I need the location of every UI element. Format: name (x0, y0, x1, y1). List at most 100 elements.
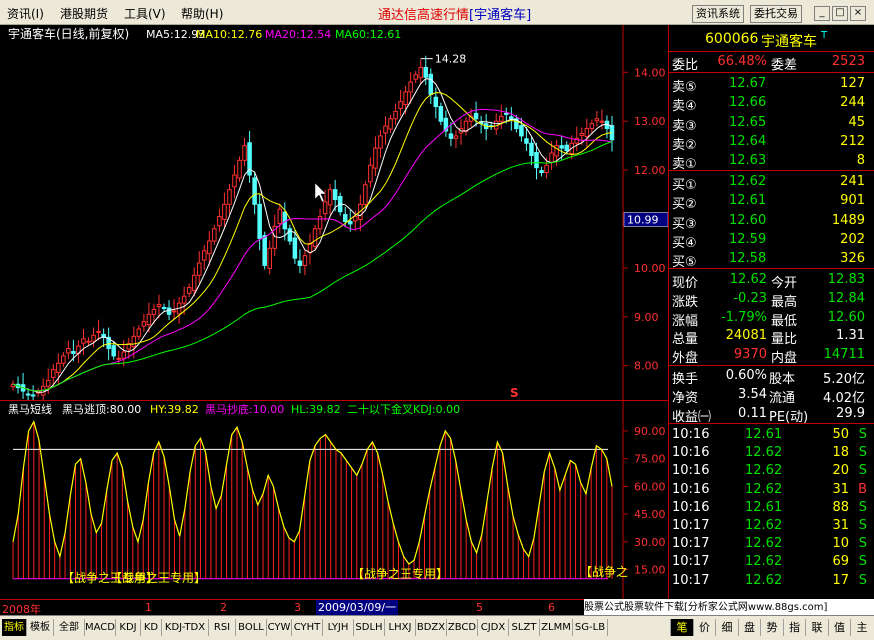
tab-lhxj[interactable]: LHXJ (385, 619, 416, 636)
tab-rsi[interactable]: RSI (209, 619, 236, 636)
tab-lyjh[interactable]: LYJH (323, 619, 354, 636)
weicha-label: 委差 (771, 58, 798, 73)
bid-volume: 901 (840, 193, 865, 209)
tab-指标[interactable]: 指标 (2, 619, 27, 636)
indicator-bottom-label: 黑马抄底:10.00 (205, 402, 284, 416)
app-title-stock: [宇通客车] (469, 8, 532, 23)
candle-body (433, 96, 439, 108)
right-tab-8[interactable]: 主 (850, 619, 873, 636)
indicator-tick-label: 45.00 (634, 508, 666, 521)
stat-row: 现价 12.62 今开 12.83 (669, 271, 874, 291)
tab-cyw[interactable]: CYW (267, 619, 292, 636)
tick-volume: 31 (832, 518, 849, 533)
fund-label: 净资 (672, 390, 699, 406)
menu-info[interactable]: 资讯(I) (7, 5, 44, 22)
ad-banner[interactable]: 股票公式股票软件下载[分析家公式网www.88gs.com] (584, 599, 874, 616)
right-tab-7[interactable]: 值 (827, 619, 851, 636)
tick-time: 10:16 (672, 427, 710, 442)
candle-body (282, 211, 288, 230)
fund-label: 换手 (672, 372, 699, 387)
stock-name: 宇通客车 (761, 34, 817, 50)
tab-cyht[interactable]: CYHT (292, 619, 323, 636)
right-tab-5[interactable]: 指 (782, 619, 806, 636)
candle-body (594, 118, 600, 122)
tab-zlmm[interactable]: ZLMM (540, 619, 573, 636)
tab-全部[interactable]: 全部 (54, 619, 85, 636)
quote-panel: 600066 宇通客车 T 委比 66.48% 委差 2523 卖⑤ 12.67 1… (668, 25, 874, 599)
stock-code: 600066 (705, 31, 759, 47)
tab-kdj[interactable]: KDJ (116, 619, 141, 636)
indicator-name-label: 黑马短线 (8, 402, 52, 416)
candle-body (207, 240, 212, 255)
tick-side: S (858, 572, 867, 588)
candle-body (191, 274, 197, 291)
banner-text: 【战争之王专用】 (352, 566, 448, 581)
tab-sg-lb[interactable]: SG-LB (573, 619, 608, 636)
indicator-chart[interactable]: 黑马短线 黑马逃顶:80.00 HY:39.82 黑马抄底:10.00 HL:3… (0, 400, 668, 599)
right-tab-3[interactable]: 盘 (737, 619, 761, 636)
candle-body (388, 118, 393, 130)
price-chart[interactable]: 宇通客车(日线,前复权) MA5:12.93 MA10:12.76 MA20:1… (0, 25, 668, 400)
indicator-top-label: 黑马逃顶:80.00 (62, 403, 141, 416)
tab-模板[interactable]: 模板 (27, 619, 54, 636)
candle-body (584, 128, 590, 137)
bid-label: 买① (672, 178, 697, 193)
stat-value: -1.79% (721, 309, 767, 325)
candle-body (302, 255, 308, 266)
tab-zbcd[interactable]: ZBCD (447, 619, 478, 636)
news-system-button[interactable]: 资讯系统 (692, 5, 744, 23)
tab-sdlh[interactable]: SDLH (354, 619, 385, 636)
candle-body (504, 112, 509, 115)
candle-body (146, 313, 152, 326)
candle-body (524, 138, 529, 144)
fund-value: 0.11 (738, 405, 767, 421)
month-mark: 5 (476, 601, 483, 614)
stat-value: 1.31 (836, 328, 865, 344)
tab-cjdx[interactable]: CJDX (478, 619, 509, 636)
indicator-hy-label: HY:39.82 (150, 403, 199, 416)
stat-value: 12.83 (827, 272, 865, 287)
candle-body (267, 247, 272, 269)
menu-help[interactable]: 帮助(H) (181, 5, 223, 22)
tick-time: 10:17 (672, 536, 710, 552)
candle-body (423, 66, 429, 78)
weibi-value: 66.48% (717, 54, 767, 69)
maximize-icon[interactable]: □ (832, 6, 848, 21)
price-annotation-label: 14.28 (435, 53, 467, 66)
stat-row: 外盘 9370 内盘 14711 (669, 346, 874, 367)
tick-volume: 17 (832, 572, 849, 588)
fund-label: 流通 (769, 390, 796, 406)
tick-row: 10:16 12.62 31 B (669, 481, 874, 499)
candle-body (519, 125, 524, 137)
stat-label: 外盘 (672, 351, 699, 367)
ma60-label: MA60:12.61 (335, 28, 401, 41)
right-tab-0[interactable]: 笔 (670, 619, 693, 636)
candle-body (297, 260, 303, 266)
indicator-tick-label: 60.00 (634, 480, 666, 493)
bid-price: 12.61 (729, 193, 767, 209)
menu-tools[interactable]: 工具(V) (124, 5, 166, 22)
candle-body (51, 369, 56, 378)
tab-bdzx[interactable]: BDZX (416, 619, 447, 636)
tab-boll[interactable]: BOLL (236, 619, 267, 636)
cursor-price-label: 10.99 (627, 213, 659, 226)
trade-button[interactable]: 委托交易 (750, 5, 802, 23)
tab-macd[interactable]: MACD (85, 619, 116, 636)
right-tab-4[interactable]: 势 (760, 619, 783, 636)
tick-volume: 31 (832, 481, 849, 497)
close-icon[interactable]: × (850, 6, 866, 21)
tick-time: 10:17 (672, 518, 710, 533)
candle-body (438, 106, 444, 122)
minimize-icon[interactable]: _ (814, 6, 830, 21)
candle-body (25, 393, 31, 396)
right-tab-1[interactable]: 价 (692, 619, 716, 636)
stat-label: 现价 (672, 276, 699, 291)
right-tab-2[interactable]: 细 (715, 619, 738, 636)
tab-kdj-tdx[interactable]: KDJ-TDX (162, 619, 209, 636)
tab-slzt[interactable]: SLZT (509, 619, 540, 636)
tick-price: 12.61 (745, 427, 783, 442)
tab-kd[interactable]: KD (141, 619, 162, 636)
menu-hk-futures[interactable]: 港股期货 (60, 5, 108, 22)
price-chart-header: 宇通客车(日线,前复权) MA5:12.93 MA10:12.76 MA20:1… (8, 26, 401, 41)
right-tab-6[interactable]: 联 (805, 619, 828, 636)
